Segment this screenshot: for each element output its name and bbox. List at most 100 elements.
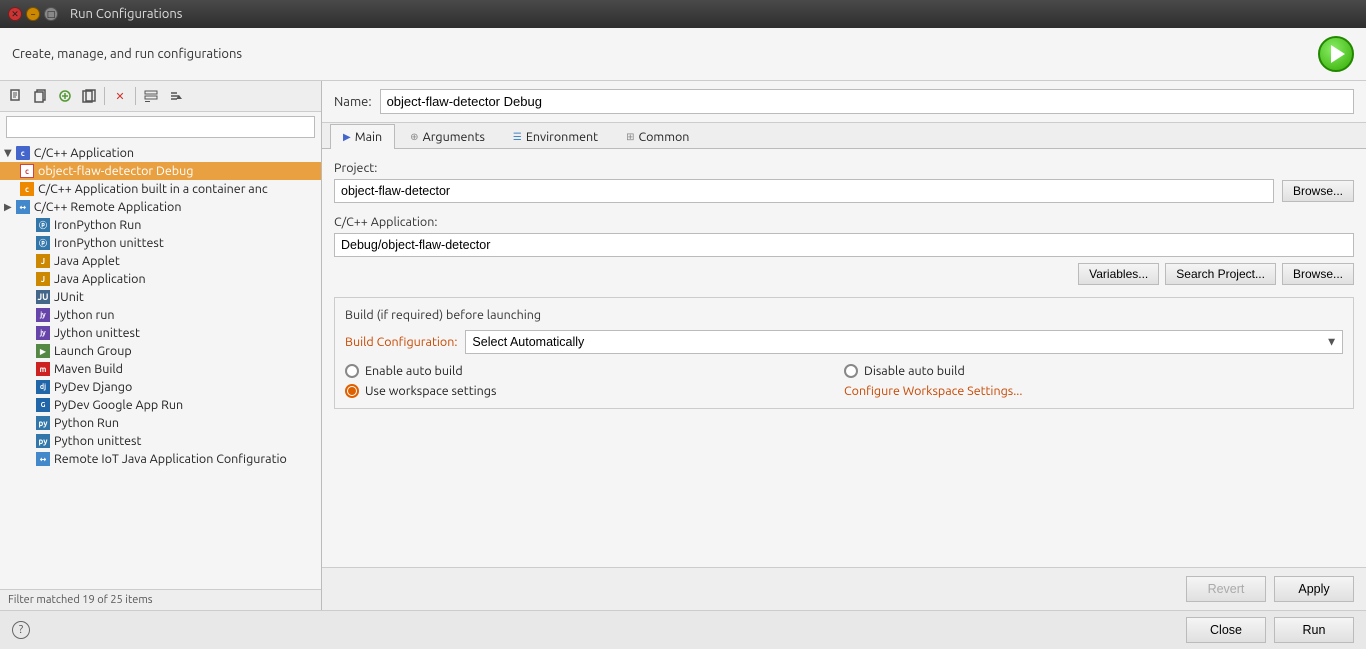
- new-prototype-button[interactable]: [54, 85, 76, 107]
- tree-item-java-applet[interactable]: J Java Applet: [0, 252, 321, 270]
- tree-label-object-flaw: object-flaw-detector Debug: [38, 164, 193, 178]
- tree-label-cpp-container: C/C++ Application built in a container a…: [38, 182, 268, 196]
- build-config-row: Build Configuration: Select Automaticall…: [345, 330, 1343, 354]
- duplicate-button[interactable]: [30, 85, 52, 107]
- search-input[interactable]: [6, 116, 315, 138]
- project-group: Project: Browse...: [334, 161, 1354, 203]
- project-label: Project:: [334, 161, 1354, 175]
- enable-auto-build-radio[interactable]: [345, 364, 359, 378]
- tab-arguments[interactable]: ⊕ Arguments: [397, 124, 498, 149]
- minimize-button[interactable]: −: [26, 7, 40, 21]
- tree-label-python-run: Python Run: [54, 416, 119, 430]
- remote-iot-icon: ↔: [36, 452, 50, 466]
- main-tab-label: Main: [355, 130, 382, 144]
- pydev-google-icon: G: [36, 398, 50, 412]
- tree-item-pydev-django[interactable]: dj PyDev Django: [0, 378, 321, 396]
- name-input[interactable]: [380, 89, 1354, 114]
- use-workspace-radio[interactable]: [345, 384, 359, 398]
- tree-item-jython-unittest[interactable]: jy Jython unittest: [0, 324, 321, 342]
- tree-label-jython-run: Jython run: [54, 308, 115, 322]
- radio-grid: Enable auto build Disable auto build Use…: [345, 364, 1343, 398]
- tree-item-ironpython-unittest[interactable]: ⓟ IronPython unittest: [0, 234, 321, 252]
- project-input[interactable]: [334, 179, 1274, 203]
- junit-icon: JU: [36, 290, 50, 304]
- variables-button[interactable]: Variables...: [1078, 263, 1159, 285]
- environment-tab-icon: ☰: [513, 131, 522, 143]
- build-config-select[interactable]: Select Automatically Debug Release: [465, 330, 1343, 354]
- build-section-title: Build (if required) before launching: [345, 308, 1343, 322]
- enable-auto-build-label: Enable auto build: [365, 364, 463, 378]
- cpp-browse-button[interactable]: Browse...: [1282, 263, 1354, 285]
- java-application-icon: J: [36, 272, 50, 286]
- titlebar: ✕ − □ Run Configurations: [0, 0, 1366, 28]
- maven-build-icon: m: [36, 362, 50, 376]
- more-options-button[interactable]: [164, 85, 186, 107]
- cpp-application-input[interactable]: [334, 233, 1354, 257]
- tree-item-jython-run[interactable]: jy Jython run: [0, 306, 321, 324]
- tab-main[interactable]: ▶ Main: [330, 124, 395, 149]
- tree-item-junit[interactable]: JU JUnit: [0, 288, 321, 306]
- maximize-button[interactable]: □: [44, 7, 58, 21]
- close-button[interactable]: Close: [1186, 617, 1266, 643]
- chevron-expand: ▼: [4, 147, 12, 159]
- main-tab-icon: ▶: [343, 131, 351, 143]
- arguments-tab-label: Arguments: [423, 130, 485, 144]
- configure-workspace-link[interactable]: Configure Workspace Settings...: [844, 384, 1022, 398]
- tab-common[interactable]: ⊞ Common: [613, 124, 702, 149]
- python-run-icon: py: [36, 416, 50, 430]
- help-button[interactable]: ?: [12, 621, 30, 639]
- copy-button[interactable]: [78, 85, 100, 107]
- tree-item-launch-group[interactable]: ▶ Launch Group: [0, 342, 321, 360]
- footer-bar: ? Close Run: [0, 610, 1366, 649]
- tree-label-ironpython-run: IronPython Run: [54, 218, 141, 232]
- tab-environment[interactable]: ☰ Environment: [500, 124, 611, 149]
- footer-buttons: Close Run: [1186, 617, 1354, 643]
- new-config-button[interactable]: [6, 85, 28, 107]
- tree-item-cpp-container[interactable]: c C/C++ Application built in a container…: [0, 180, 321, 198]
- ironpython-run-icon: ⓟ: [36, 218, 50, 232]
- collapse-all-button[interactable]: [140, 85, 162, 107]
- search-project-button[interactable]: Search Project...: [1165, 263, 1276, 285]
- tree-label-junit: JUnit: [54, 290, 84, 304]
- disable-auto-build-row[interactable]: Disable auto build: [844, 364, 1343, 378]
- close-window-button[interactable]: ✕: [8, 7, 22, 21]
- use-workspace-row[interactable]: Use workspace settings: [345, 384, 844, 398]
- run-button[interactable]: [1318, 36, 1354, 72]
- tree-item-java-application[interactable]: J Java Application: [0, 270, 321, 288]
- tree-item-ironpython-run[interactable]: ⓟ IronPython Run: [0, 216, 321, 234]
- run-icon-triangle: [1331, 45, 1345, 63]
- disable-auto-build-radio[interactable]: [844, 364, 858, 378]
- filter-status: Filter matched 19 of 25 items: [0, 589, 321, 610]
- configure-workspace-row: Configure Workspace Settings...: [844, 384, 1343, 398]
- tree-item-python-run[interactable]: py Python Run: [0, 414, 321, 432]
- name-row: Name:: [322, 81, 1366, 123]
- revert-button[interactable]: Revert: [1186, 576, 1266, 602]
- tree-label-launch-group: Launch Group: [54, 344, 132, 358]
- config-bottom-bar: Revert Apply: [322, 567, 1366, 610]
- tree-label-python-unittest: Python unittest: [54, 434, 141, 448]
- project-row: Browse...: [334, 179, 1354, 203]
- python-unittest-icon: py: [36, 434, 50, 448]
- common-tab-label: Common: [638, 130, 689, 144]
- tree-item-cpp-app[interactable]: ▼ c C/C++ Application: [0, 144, 321, 162]
- tree-label-cpp-remote: C/C++ Remote Application: [34, 200, 182, 214]
- c-selected-icon: c: [20, 164, 34, 178]
- project-browse-button[interactable]: Browse...: [1282, 180, 1354, 202]
- tree-item-cpp-remote[interactable]: ▶ ↔ C/C++ Remote Application: [0, 198, 321, 216]
- apply-button[interactable]: Apply: [1274, 576, 1354, 602]
- run-config-button[interactable]: Run: [1274, 617, 1354, 643]
- delete-button[interactable]: ✕: [109, 85, 131, 107]
- cpp-action-buttons: Variables... Search Project... Browse...: [334, 263, 1354, 285]
- tree-item-remote-iot[interactable]: ↔ Remote IoT Java Application Configurat…: [0, 450, 321, 468]
- enable-auto-build-row[interactable]: Enable auto build: [345, 364, 844, 378]
- cpp-icon: c: [16, 146, 30, 160]
- tree-label-java-application: Java Application: [54, 272, 146, 286]
- tree-label-ironpython-unittest: IronPython unittest: [54, 236, 164, 250]
- left-panel: ✕ ▼ c C/C++ Application: [0, 81, 322, 610]
- tree-item-object-flaw-debug[interactable]: c object-flaw-detector Debug: [0, 162, 321, 180]
- tree-item-maven-build[interactable]: m Maven Build: [0, 360, 321, 378]
- tree-item-python-unittest[interactable]: py Python unittest: [0, 432, 321, 450]
- tree-item-pydev-google[interactable]: G PyDev Google App Run: [0, 396, 321, 414]
- window-controls[interactable]: ✕ − □: [8, 7, 58, 21]
- build-section: Build (if required) before launching Bui…: [334, 297, 1354, 409]
